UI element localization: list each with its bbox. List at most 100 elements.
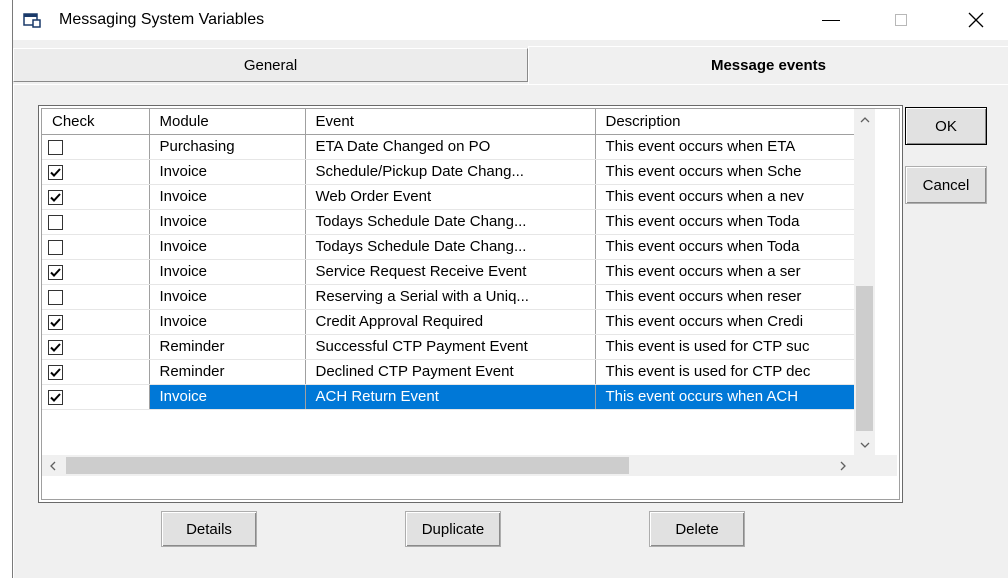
checkbox-checked[interactable] (48, 314, 63, 330)
vertical-scroll-thumb[interactable] (856, 286, 873, 431)
row-check-cell (42, 359, 150, 385)
tab-message-events[interactable]: Message events (528, 46, 1008, 84)
duplicate-button[interactable]: Duplicate (405, 511, 501, 547)
row-description-cell: This event occurs when Sche (595, 159, 855, 185)
delete-button-label: Delete (675, 520, 719, 538)
table-header-row: Check Module Event Description (42, 109, 855, 135)
duplicate-button-label: Duplicate (421, 520, 485, 538)
row-description-cell: This event occurs when ACH (595, 384, 855, 410)
row-description-cell: This event occurs when Toda (595, 234, 855, 260)
row-check-cell (42, 184, 150, 210)
table-row[interactable]: Invoice Schedule/Pickup Date Chang... This… (42, 159, 855, 185)
row-description-cell: This event is used for CTP dec (595, 359, 855, 385)
row-description-cell: This event occurs when reser (595, 284, 855, 310)
row-check-cell (42, 384, 150, 410)
events-table: Check Module Event Description Purchasin… (42, 109, 855, 410)
delete-button[interactable]: Delete (649, 511, 745, 547)
minimize-button[interactable] (808, 4, 854, 36)
cancel-button-label: Cancel (922, 176, 970, 194)
row-description-cell: This event occurs when Toda (595, 209, 855, 235)
events-grid[interactable]: Check Module Event Description Purchasin… (38, 105, 903, 503)
table-row[interactable]: Invoice Reserving a Serial with a Uniq...… (42, 284, 855, 310)
row-description-cell: This event is used for CTP suc (595, 334, 855, 360)
column-header-check[interactable]: Check (42, 109, 150, 135)
column-header-description[interactable]: Description (595, 109, 855, 135)
checkbox-unchecked[interactable] (48, 139, 63, 155)
row-event-cell: Service Request Receive Event (305, 259, 596, 285)
row-event-cell: Web Order Event (305, 184, 596, 210)
row-module-cell: Invoice (149, 284, 306, 310)
tab-general-label: General (243, 56, 298, 74)
row-check-cell (42, 334, 150, 360)
checkbox-checked[interactable] (48, 389, 63, 405)
row-module-cell: Invoice (149, 234, 306, 260)
table-row[interactable]: Invoice Todays Schedule Date Chang... This… (42, 234, 855, 260)
dialog-body: General Message events Check Module Even… (13, 40, 1008, 578)
row-module-cell: Invoice (149, 259, 306, 285)
row-check-cell (42, 309, 150, 335)
checkbox-checked[interactable] (48, 364, 63, 380)
row-description-cell: This event occurs when a nev (595, 184, 855, 210)
checkbox-checked[interactable] (48, 264, 63, 280)
ok-button-label: OK (935, 117, 957, 135)
table-row[interactable]: Reminder Successful CTP Payment Event This… (42, 334, 855, 360)
row-module-cell: Reminder (149, 334, 306, 360)
row-description-cell: This event occurs when Credi (595, 309, 855, 335)
row-check-cell (42, 234, 150, 260)
tab-general[interactable]: General (13, 48, 528, 82)
ok-button[interactable]: OK (905, 107, 987, 145)
details-button[interactable]: Details (161, 511, 257, 547)
checkbox-checked[interactable] (48, 164, 63, 180)
row-event-cell: ACH Return Event (305, 384, 596, 410)
details-button-label: Details (186, 520, 232, 538)
table-row[interactable]: Invoice Credit Approval Required This even… (42, 309, 855, 335)
row-event-cell: Schedule/Pickup Date Chang... (305, 159, 596, 185)
close-icon (968, 12, 984, 28)
row-check-cell (42, 259, 150, 285)
checkbox-unchecked[interactable] (48, 289, 63, 305)
table-row[interactable]: Invoice ACH Return Event This event occurs… (42, 384, 855, 410)
app-window-icon (23, 11, 43, 29)
horizontal-scrollbar[interactable] (42, 455, 875, 476)
scroll-up-icon[interactable] (854, 109, 875, 130)
table-row[interactable]: Invoice Todays Schedule Date Chang... This… (42, 209, 855, 235)
row-event-cell: Reserving a Serial with a Uniq... (305, 284, 596, 310)
row-event-cell: Credit Approval Required (305, 309, 596, 335)
row-event-cell: ETA Date Changed on PO (305, 134, 596, 160)
row-module-cell: Invoice (149, 184, 306, 210)
scroll-right-icon[interactable] (832, 455, 853, 476)
tab-message-events-label: Message events (710, 57, 827, 74)
row-event-cell: Todays Schedule Date Chang... (305, 234, 596, 260)
checkbox-unchecked[interactable] (48, 239, 63, 255)
events-table-body: Purchasing ETA Date Changed on PO This eve… (42, 134, 855, 410)
vertical-scrollbar[interactable] (854, 109, 875, 455)
checkbox-checked[interactable] (48, 339, 63, 355)
table-row[interactable]: Invoice Web Order Event This event occurs … (42, 184, 855, 210)
maximize-icon (895, 14, 907, 26)
row-check-cell (42, 159, 150, 185)
row-module-cell: Purchasing (149, 134, 306, 160)
horizontal-scroll-thumb[interactable] (66, 457, 629, 474)
scroll-left-icon[interactable] (42, 455, 63, 476)
title-bar: Messaging System Variables (13, 0, 1008, 40)
minimize-icon (822, 19, 840, 21)
close-button[interactable] (953, 4, 999, 36)
row-check-cell (42, 284, 150, 310)
row-module-cell: Invoice (149, 209, 306, 235)
column-header-event[interactable]: Event (305, 109, 596, 135)
cancel-button[interactable]: Cancel (905, 166, 987, 204)
row-module-cell: Reminder (149, 359, 306, 385)
events-grid-viewport: Check Module Event Description Purchasin… (41, 108, 900, 500)
table-row[interactable]: Reminder Declined CTP Payment Event This e… (42, 359, 855, 385)
maximize-button[interactable] (878, 4, 924, 36)
row-check-cell (42, 134, 150, 160)
table-row[interactable]: Invoice Service Request Receive Event This… (42, 259, 855, 285)
checkbox-checked[interactable] (48, 189, 63, 205)
table-row[interactable]: Purchasing ETA Date Changed on PO This eve… (42, 134, 855, 160)
row-module-cell: Invoice (149, 159, 306, 185)
checkbox-unchecked[interactable] (48, 214, 63, 230)
column-header-module[interactable]: Module (149, 109, 306, 135)
row-event-cell: Successful CTP Payment Event (305, 334, 596, 360)
row-check-cell (42, 209, 150, 235)
scroll-down-icon[interactable] (854, 434, 875, 455)
